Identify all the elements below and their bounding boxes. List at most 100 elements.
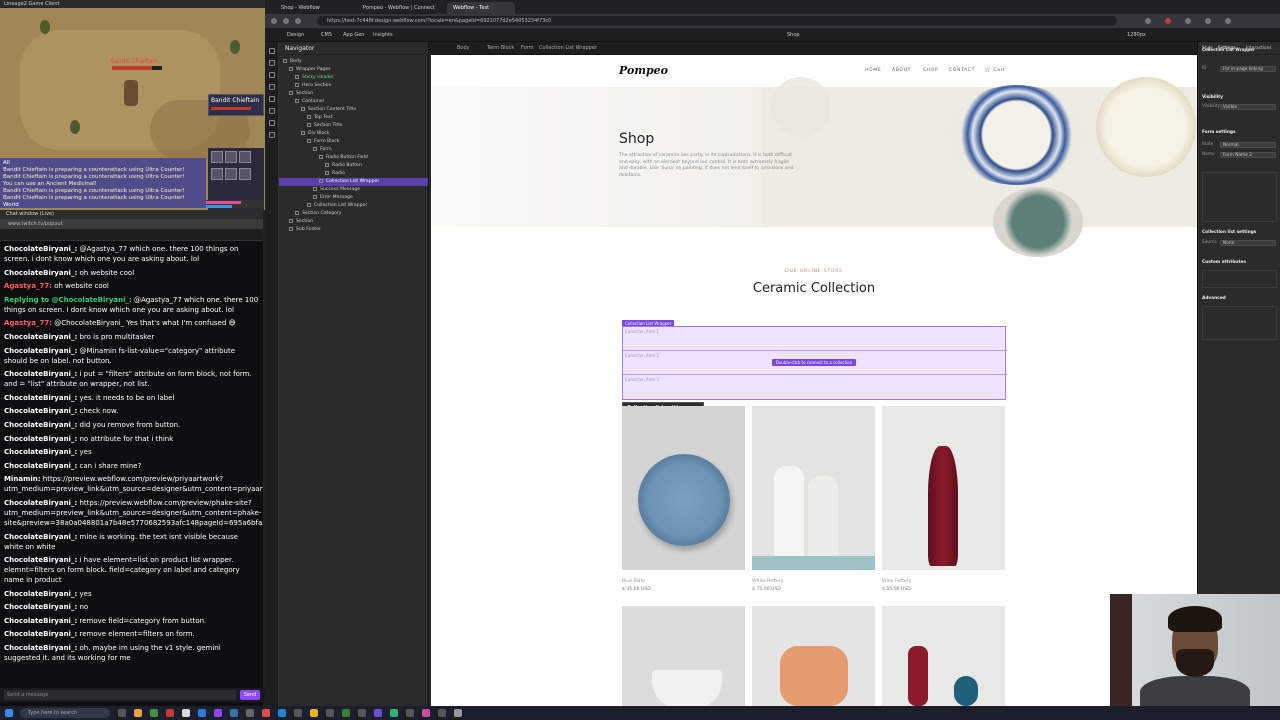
state-select[interactable]: Normal — [1220, 142, 1276, 148]
product-card[interactable] — [622, 406, 745, 570]
navigator-node[interactable]: Collection List Wrapper — [279, 202, 428, 210]
chat-username[interactable]: ChocolateBiryani_: — [4, 269, 77, 277]
chat-username[interactable]: ChocolateBiryani_: — [4, 617, 77, 625]
nav-home[interactable]: HOME — [865, 68, 881, 73]
app-icon[interactable] — [390, 709, 398, 717]
cms-icon[interactable] — [268, 120, 275, 126]
target-frame[interactable]: Bandit Chieftain — [208, 94, 264, 116]
navigator-node[interactable]: Section Content Title — [279, 106, 428, 114]
navigator-node[interactable]: Collection List Wrapper — [279, 178, 428, 186]
navigator-node[interactable]: Top Text — [279, 114, 428, 122]
file-explorer-icon[interactable] — [134, 709, 142, 717]
game-window[interactable]: Lineage2 Game Client Bandit Chieftain Ba… — [0, 0, 265, 210]
app-icon[interactable] — [438, 709, 446, 717]
app-icon[interactable] — [278, 709, 286, 717]
product-card[interactable] — [622, 606, 745, 706]
app-gen-tab[interactable]: App Gen — [343, 28, 364, 42]
profile-icon[interactable] — [1205, 18, 1211, 24]
chat-username[interactable]: ChocolateBiryani_: — [4, 245, 77, 253]
chat-username[interactable]: ChocolateBiryani_: — [4, 448, 77, 456]
app-icon[interactable] — [150, 709, 158, 717]
chat-username[interactable]: ChocolateBiryani_: — [4, 333, 77, 341]
back-icon[interactable] — [271, 18, 277, 24]
chat-input[interactable]: Send a message — [4, 690, 236, 700]
cart-link[interactable]: 🛒 Cart — [985, 68, 1006, 73]
app-icon[interactable] — [198, 709, 206, 717]
chat-username[interactable]: Agastya_77: — [4, 282, 52, 290]
skill-slot[interactable] — [225, 151, 237, 163]
browser-tab[interactable]: Shop - Webflow — [275, 2, 353, 14]
navigator-node[interactable]: Radio Button — [279, 162, 428, 170]
product-name[interactable]: Wine Pottery — [882, 579, 911, 584]
app-icon[interactable] — [262, 709, 270, 717]
chat-url[interactable]: www.twitch.tv/popout — [0, 219, 263, 229]
chat-username[interactable]: ChocolateBiryani_: — [4, 421, 77, 429]
chat-username[interactable]: ChocolateBiryani_: — [4, 394, 77, 402]
breadcrumb-item[interactable]: Body — [457, 42, 470, 55]
design-tab[interactable]: Design — [287, 28, 304, 42]
app-icon[interactable] — [342, 709, 350, 717]
chat-username[interactable]: ChocolateBiryani_: — [4, 630, 77, 638]
connect-collection-hint[interactable]: Double-click to connect to a collection — [772, 359, 856, 366]
twitch-chat-window[interactable]: Chat window (Live) www.twitch.tv/popout … — [0, 210, 265, 720]
breadcrumb-item[interactable]: Collection List Wrapper — [539, 42, 597, 55]
nav-about[interactable]: ABOUT — [892, 68, 911, 73]
app-icon[interactable] — [310, 709, 318, 717]
product-card[interactable] — [882, 406, 1005, 570]
task-view-icon[interactable] — [118, 709, 126, 717]
browser-tab[interactable]: Pompeo - Webflow | Connect — [357, 2, 443, 14]
product-card[interactable] — [752, 406, 875, 570]
send-button[interactable]: Send — [240, 690, 260, 700]
browser-tab-active[interactable]: Webflow - Test — [447, 2, 515, 14]
navigator-node[interactable]: Section — [279, 218, 428, 226]
game-chat-tab[interactable]: World — [3, 202, 203, 209]
chat-username[interactable]: ChocolateBiryani_: — [4, 462, 77, 470]
game-chat[interactable]: All Bandit Chieftain is preparing a coun… — [0, 158, 206, 208]
settings-gear-icon[interactable] — [454, 709, 462, 717]
chat-username[interactable]: ChocolateBiryani_: — [4, 370, 77, 378]
app-icon[interactable] — [246, 709, 254, 717]
navigator-node[interactable]: Container — [279, 98, 428, 106]
chat-username[interactable]: ChocolateBiryani_: — [4, 556, 77, 564]
advanced-section[interactable] — [1202, 306, 1277, 340]
navigator-node[interactable]: Error Message — [279, 194, 428, 202]
navigator-icon[interactable] — [268, 60, 275, 66]
menu-icon[interactable] — [1225, 18, 1231, 24]
navigator-node[interactable]: Radio — [279, 170, 428, 178]
collection-item[interactable]: Collection item 3 — [623, 375, 1007, 399]
pages-icon[interactable] — [268, 72, 275, 78]
windows-start-icon[interactable] — [5, 709, 13, 717]
variables-icon[interactable] — [268, 96, 275, 102]
insights-tab[interactable]: Insights — [373, 28, 393, 42]
chat-username[interactable]: ChocolateBiryani_: — [4, 603, 77, 611]
taskbar-search[interactable]: Type here to search — [20, 708, 110, 718]
name-input[interactable]: Form Name 2 — [1220, 152, 1276, 158]
chat-tab[interactable]: Chat window (Live) — [0, 210, 263, 219]
skill-slot[interactable] — [239, 168, 251, 180]
app-icon[interactable] — [406, 709, 414, 717]
chat-username[interactable]: ChocolateBiryani_: — [4, 347, 77, 355]
nav-contact[interactable]: CONTACT — [949, 68, 975, 73]
site-logo[interactable]: Pompeo — [619, 64, 668, 77]
twitch-icon[interactable] — [214, 709, 222, 717]
chat-username[interactable]: ChocolateBiryani_: — [4, 499, 77, 507]
product-card[interactable] — [752, 606, 875, 706]
id-input[interactable]: For in-page linking — [1220, 66, 1276, 72]
settings-icon[interactable] — [268, 132, 275, 138]
forward-icon[interactable] — [283, 18, 289, 24]
navigator-node[interactable]: Form — [279, 146, 428, 154]
navigator-node[interactable]: Sub Footer — [279, 226, 428, 234]
chat-username[interactable]: Replying to @ChocolateBiryani_: — [4, 296, 132, 304]
app-icon[interactable] — [326, 709, 334, 717]
source-select[interactable]: None — [1220, 240, 1276, 246]
chat-username[interactable]: Agastya_77: — [4, 319, 52, 327]
skill-slot[interactable] — [211, 151, 223, 163]
navigator-node[interactable]: Body — [279, 58, 428, 66]
chat-username[interactable]: ChocolateBiryani_: — [4, 590, 77, 598]
assets-icon[interactable] — [268, 108, 275, 114]
app-icon[interactable] — [230, 709, 238, 717]
product-card[interactable] — [882, 606, 1005, 706]
breadcrumb-item[interactable]: Form — [521, 42, 534, 55]
app-icon[interactable] — [358, 709, 366, 717]
app-icon[interactable] — [294, 709, 302, 717]
